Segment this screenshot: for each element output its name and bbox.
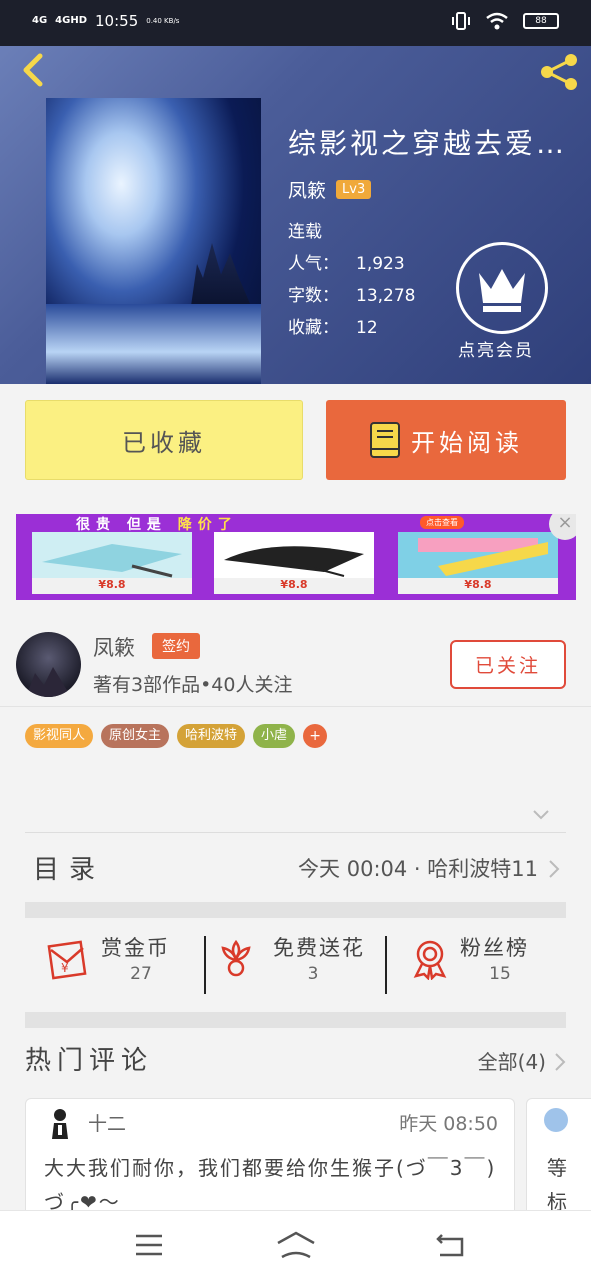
all-comments-link[interactable]: 全部(4) — [478, 1046, 546, 1075]
follow-button[interactable]: 已关注 — [450, 640, 566, 689]
latest-chapter: 今天 00:04 · 哈利波特11 — [298, 857, 538, 881]
network-speed: 0.40 KB/s — [146, 17, 180, 25]
author-row: 凤簌 Lv3 — [288, 176, 372, 203]
home-icon[interactable] — [276, 1231, 316, 1259]
chevron-right-icon — [549, 860, 560, 878]
comment-card[interactable]: 十二 昨天 08:50 大大我们耐你，我们都要给你生猴子(づ￣3￣)づ╭❤～ — [25, 1098, 515, 1228]
ad-banner[interactable]: 很贵 但是 降价了 点击查看 ¥8.8 ¥8.8 ¥8.8 × — [16, 514, 576, 600]
send-flower-action[interactable]: 免费送花 3 — [217, 932, 377, 992]
level-badge: Lv3 — [336, 180, 372, 199]
umbrella-black-image — [214, 532, 374, 578]
comment-time: 昨天 08:50 — [399, 1113, 498, 1135]
book-cover[interactable] — [46, 98, 261, 384]
table-of-contents-row[interactable]: 目录 今天 00:04 · 哈利波特11 — [25, 832, 566, 902]
divider — [0, 706, 591, 707]
share-icon[interactable] — [537, 50, 581, 94]
support-actions: ¥ 赏金币 27 免费送花 3 粉丝榜 15 — [25, 918, 566, 1012]
ad-headline: 很贵 但是 降价了 — [76, 517, 238, 533]
back-icon[interactable] — [434, 1231, 466, 1259]
umbrella-blue-image — [32, 532, 192, 578]
cover-water — [46, 304, 261, 384]
add-tag-button[interactable]: + — [303, 724, 328, 748]
system-nav-bar — [0, 1210, 591, 1280]
start-reading-button[interactable]: 开始阅读 — [326, 400, 566, 480]
author-name[interactable]: 凤簌 — [288, 176, 326, 203]
user-avatar-icon — [52, 1109, 68, 1139]
ad-product-umbrella-black[interactable]: ¥8.8 — [214, 532, 374, 594]
ad-product-umbrella-yellow[interactable]: ¥8.8 — [398, 532, 558, 594]
fan-ranking-action[interactable]: 粉丝榜 15 — [410, 932, 560, 992]
book-title: 综影视之穿越去爱… — [288, 127, 568, 160]
vip-label[interactable]: 点亮会员 — [458, 336, 534, 361]
tag-item[interactable]: 原创女主 — [101, 724, 170, 748]
clock: 10:55 — [95, 12, 139, 30]
vibrate-icon — [452, 12, 470, 30]
book-header: 综影视之穿越去爱… 凤簌 Lv3 连载 人气： 1,923 字数： 13,278 收… — [0, 46, 591, 384]
stat-popularity: 人气： 1,923 — [288, 254, 405, 274]
chevron-down-icon[interactable] — [532, 808, 550, 822]
serial-status: 连载 — [288, 222, 322, 242]
svg-text:¥: ¥ — [61, 961, 69, 975]
reward-coins-label: 赏金币 — [101, 936, 170, 960]
chevron-right-icon[interactable] — [554, 1052, 566, 1072]
umbrella-yellow-image — [398, 532, 558, 578]
favorited-button[interactable]: 已收藏 — [25, 400, 303, 480]
section-divider — [25, 902, 566, 918]
send-flower-count: 3 — [307, 964, 319, 984]
medal-icon — [413, 940, 447, 980]
status-bar: 4G 4GHD 10:55 0.40 KB/s 88 — [0, 0, 591, 46]
start-reading-label: 开始阅读 — [411, 428, 523, 457]
tag-item[interactable]: 哈利波特 — [177, 724, 246, 748]
stat-favorites: 收藏： 12 — [288, 318, 378, 338]
wifi-icon — [486, 12, 508, 30]
battery-icon: 88 — [523, 13, 559, 29]
tag-item[interactable]: 小虐 — [253, 724, 296, 748]
vertical-divider — [385, 936, 387, 994]
comment-text-peek: 等 标 — [547, 1156, 567, 1214]
tag-item[interactable]: 影视同人 — [25, 724, 94, 748]
red-envelope-icon: ¥ — [47, 940, 87, 980]
menu-icon[interactable] — [134, 1233, 164, 1257]
comment-text: 大大我们耐你，我们都要给你生猴子(づ￣3￣)づ╭❤～ — [44, 1156, 497, 1214]
toc-label: 目录 — [33, 855, 106, 885]
ad-price: ¥8.8 — [398, 578, 558, 594]
stat-word-count: 字数： 13,278 — [288, 286, 416, 306]
comment-username[interactable]: 十二 — [88, 1109, 126, 1136]
section-divider — [25, 1012, 566, 1028]
reward-coins-action[interactable]: ¥ 赏金币 27 — [45, 932, 205, 992]
vip-crown-button[interactable] — [456, 242, 548, 334]
book-stats: 连载 人气： 1,923 字数： 13,278 收藏： 12 — [288, 216, 415, 344]
signed-badge: 签约 — [152, 633, 200, 659]
author-meta: 著有3部作品•40人关注 — [93, 674, 293, 696]
author-avatar[interactable] — [16, 632, 81, 697]
ad-price: ¥8.8 — [214, 578, 374, 594]
fan-ranking-count: 15 — [489, 964, 511, 984]
ad-cta-pill[interactable]: 点击查看 — [420, 516, 464, 529]
back-arrow-icon[interactable] — [14, 50, 54, 90]
book-icon — [370, 422, 400, 458]
vertical-divider — [204, 936, 206, 994]
author-card-name[interactable]: 凤簌 — [93, 632, 135, 662]
user-avatar-icon — [544, 1108, 568, 1132]
comment-card-next[interactable]: 等 标 — [526, 1098, 591, 1228]
cover-castle — [191, 243, 251, 306]
send-flower-label: 免费送花 — [273, 936, 365, 960]
ad-product-umbrella-blue[interactable]: ¥8.8 — [32, 532, 192, 594]
tag-list: 影视同人 原创女主 哈利波特 小虐 + — [25, 724, 328, 748]
crown-icon — [479, 269, 525, 312]
signal-4ghd-icon: 4GHD — [55, 15, 88, 26]
signal-4g-icon: 4G — [32, 15, 48, 26]
fan-ranking-label: 粉丝榜 — [460, 936, 529, 960]
reward-coins-count: 27 — [130, 964, 152, 984]
ad-price: ¥8.8 — [32, 578, 192, 594]
flower-icon — [221, 939, 251, 977]
hot-comments-title: 热门评论 — [25, 1046, 154, 1076]
